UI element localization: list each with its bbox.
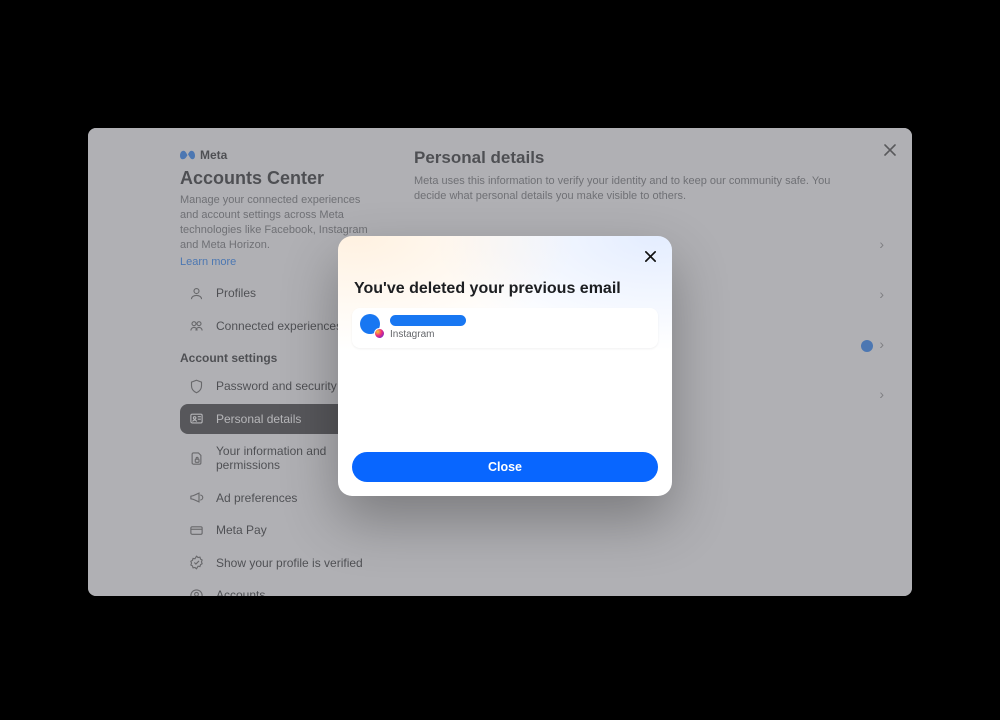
close-icon [644,250,657,263]
instagram-badge-icon [374,328,385,339]
modal-close-button[interactable] [638,244,662,268]
modal-close-primary-button[interactable]: Close [352,452,658,482]
deleted-email-modal: You've deleted your previous email Insta… [338,236,672,496]
account-platform-label: Instagram [390,329,466,340]
account-card: Instagram [352,308,658,348]
modal-title: You've deleted your previous email [352,280,658,298]
redacted-account-name [390,315,466,326]
avatar [360,314,382,336]
